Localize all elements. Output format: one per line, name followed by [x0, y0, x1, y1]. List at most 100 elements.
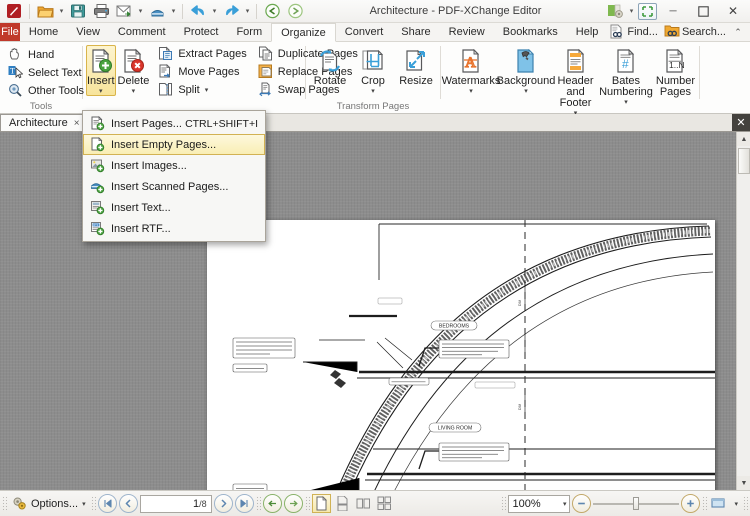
insert-pages-button[interactable]: Insert ▾ — [86, 45, 116, 96]
tab-file[interactable]: File — [0, 23, 20, 41]
number-pages-button[interactable]: 1..N Number Pages — [655, 45, 696, 99]
close-document-button[interactable]: ✕ — [732, 114, 750, 131]
open-dropdown-caret-icon[interactable]: ▾ — [57, 1, 66, 21]
tab-help[interactable]: Help — [567, 23, 608, 41]
fullscreen-button[interactable] — [636, 1, 658, 21]
collapse-ribbon-icon[interactable]: ⌃ — [730, 27, 746, 38]
insert-pages-caret-icon[interactable]: ▾ — [99, 88, 103, 95]
page-number-input[interactable]: 1/8 — [139, 494, 212, 513]
tab-bookmarks[interactable]: Bookmarks — [494, 23, 567, 41]
zoom-slider-knob[interactable] — [633, 497, 640, 510]
open-icon[interactable] — [34, 1, 56, 21]
tab-protect[interactable]: Protect — [175, 23, 228, 41]
crop-pages-caret-icon[interactable]: ▾ — [371, 88, 375, 95]
menu-item-insert-text[interactable]: Insert Text... — [83, 197, 265, 218]
two-page-continuous-view-button[interactable] — [375, 494, 394, 513]
tab-home[interactable]: Home — [20, 23, 67, 41]
redo-icon[interactable] — [220, 1, 242, 21]
minimize-button[interactable]: ─ — [658, 0, 688, 22]
toolbar-grip-1[interactable] — [2, 495, 7, 512]
save-icon[interactable] — [67, 1, 89, 21]
watermarks-icon: A — [458, 48, 484, 74]
two-page-view-button[interactable] — [354, 494, 373, 513]
app-logo-icon[interactable] — [3, 1, 25, 21]
header-footer-button[interactable]: Header and Footer ▾ — [554, 45, 597, 118]
hand-tool-label: Hand — [28, 49, 55, 61]
menu-item-insert-rtf[interactable]: RTF Insert RTF... — [83, 218, 265, 239]
find-button[interactable]: Find... — [607, 24, 660, 40]
undo-icon[interactable] — [187, 1, 209, 21]
continuous-view-button[interactable] — [333, 494, 352, 513]
zoom-level-select[interactable]: 100% ▾ — [508, 494, 571, 513]
scroll-down-arrow-icon[interactable]: ▼ — [737, 476, 750, 490]
close-button[interactable]: ✕ — [718, 0, 748, 22]
fit-page-button[interactable] — [709, 494, 728, 513]
menu-item-insert-empty-pages[interactable]: Insert Empty Pages... — [83, 134, 265, 155]
bates-numbering-button[interactable]: # Bates Numbering ▾ — [598, 45, 654, 107]
email-icon[interactable] — [113, 1, 135, 21]
crop-pages-button[interactable]: Crop ▾ — [352, 45, 394, 96]
tab-view[interactable]: View — [67, 23, 109, 41]
maximize-button[interactable] — [688, 0, 718, 22]
undo-dropdown-caret-icon[interactable]: ▾ — [210, 1, 219, 21]
next-page-button[interactable] — [213, 494, 233, 513]
search-button[interactable]: Search... — [662, 24, 728, 40]
resize-grip[interactable] — [743, 495, 748, 512]
previous-view-button[interactable] — [262, 494, 282, 513]
previous-view-icon[interactable] — [261, 1, 283, 21]
email-dropdown-caret-icon[interactable]: ▾ — [136, 1, 145, 21]
previous-page-button[interactable] — [118, 494, 138, 513]
toolbar-grip-4[interactable] — [304, 495, 310, 512]
rotate-pages-button[interactable]: Rotate — [309, 45, 351, 88]
resize-pages-button[interactable]: Resize — [395, 45, 437, 88]
split-pages-button[interactable]: Split ▾ — [155, 81, 251, 99]
tab-review[interactable]: Review — [440, 23, 494, 41]
delete-pages-button[interactable]: Delete ▾ — [117, 45, 151, 96]
delete-pages-caret-icon[interactable]: ▾ — [132, 88, 136, 95]
menu-item-insert-pages[interactable]: Insert Pages... CTRL+SHIFT+I — [83, 113, 265, 134]
scan-dropdown-caret-icon[interactable]: ▾ — [169, 1, 178, 21]
background-caret-icon[interactable]: ▾ — [524, 88, 528, 95]
insert-empty-pages-icon — [89, 137, 106, 152]
split-pages-caret-icon: ▾ — [204, 87, 209, 94]
tab-convert[interactable]: Convert — [336, 23, 393, 41]
menu-item-insert-images[interactable]: Insert Images... — [83, 155, 265, 176]
redo-dropdown-caret-icon[interactable]: ▾ — [243, 1, 252, 21]
document-tab-architecture[interactable]: Architecture × — [0, 114, 87, 131]
zoom-slider[interactable] — [593, 495, 680, 513]
vertical-scrollbar[interactable]: ▲ ▼ — [736, 132, 750, 490]
tab-share[interactable]: Share — [392, 23, 439, 41]
watermarks-caret-icon[interactable]: ▾ — [469, 88, 473, 95]
move-pages-button[interactable]: Move Pages — [155, 63, 251, 81]
extract-pages-button[interactable]: Extract Pages — [155, 45, 251, 63]
ribbon-separator-4 — [699, 46, 700, 99]
zoom-in-button[interactable] — [681, 494, 701, 513]
toolbar-grip-5[interactable] — [501, 495, 507, 512]
options-button[interactable]: Options... ▾ — [9, 494, 89, 514]
next-view-button[interactable] — [283, 494, 303, 513]
insert-images-icon — [89, 158, 106, 173]
tab-comment[interactable]: Comment — [109, 23, 175, 41]
toolbar-grip-2[interactable] — [90, 495, 96, 512]
background-button[interactable]: Background ▾ — [497, 45, 555, 96]
bates-numbering-caret-icon[interactable]: ▾ — [624, 99, 628, 106]
customize-caret-icon[interactable]: ▾ — [627, 1, 636, 21]
zoom-out-button[interactable] — [572, 494, 592, 513]
toolbar-grip-3[interactable] — [255, 495, 261, 512]
scan-icon[interactable] — [146, 1, 168, 21]
watermarks-button[interactable]: A Watermarks ▾ — [442, 45, 500, 96]
document-tab-close-icon[interactable]: × — [72, 118, 82, 129]
first-page-button[interactable] — [97, 494, 117, 513]
customize-toolbar-icon[interactable] — [605, 1, 627, 21]
last-page-button[interactable] — [234, 494, 254, 513]
toolbar-grip-6[interactable] — [702, 495, 708, 512]
tab-form[interactable]: Form — [227, 23, 271, 41]
scrollbar-thumb[interactable] — [738, 148, 750, 174]
single-page-view-button[interactable] — [311, 494, 331, 513]
print-icon[interactable] — [90, 1, 112, 21]
next-view-icon[interactable] — [284, 1, 306, 21]
fit-caret-icon[interactable]: ▾ — [731, 500, 741, 508]
menu-item-insert-scanned-pages[interactable]: Insert Scanned Pages... — [83, 176, 265, 197]
scroll-up-arrow-icon[interactable]: ▲ — [737, 132, 750, 146]
tab-organize[interactable]: Organize — [271, 23, 336, 42]
